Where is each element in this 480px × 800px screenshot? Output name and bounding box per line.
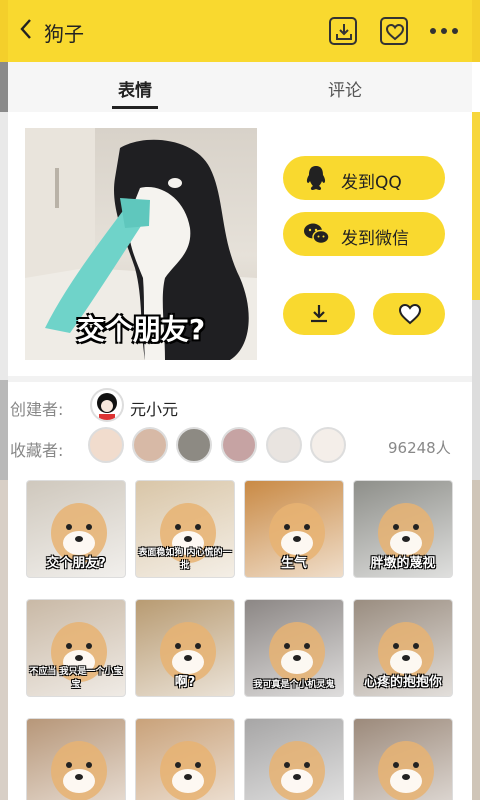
sticker-thumbnail[interactable]: 表面稳如狗 内心慌的一批 bbox=[135, 480, 235, 578]
sticker-thumbnail[interactable]: 心疼的抱抱你 bbox=[353, 599, 453, 697]
heart-icon bbox=[385, 23, 405, 41]
tab-bar: 表情 评论 bbox=[8, 62, 472, 112]
tab-expressions[interactable]: 表情 bbox=[118, 76, 152, 101]
collector-avatar[interactable] bbox=[310, 427, 346, 463]
page-title: 狗子 bbox=[44, 22, 84, 46]
sticker-illustration bbox=[51, 741, 107, 800]
more-button[interactable] bbox=[428, 20, 460, 40]
collectors-count: 96248人 bbox=[388, 439, 451, 457]
app-screen: 狗子 表情 评论 交个朋友? 发到QQ 发到微信 创建者: 元小元 收藏者: 9… bbox=[8, 0, 472, 800]
sticker-thumbnail[interactable]: 啊? bbox=[135, 599, 235, 697]
sticker-illustration bbox=[160, 741, 216, 800]
collector-avatar[interactable] bbox=[221, 427, 257, 463]
sticker-thumbnail-caption: 心疼的抱抱你 bbox=[363, 675, 442, 690]
collectors-label: 收藏者: bbox=[10, 441, 64, 460]
save-sticker-button[interactable] bbox=[283, 293, 355, 335]
download-icon bbox=[336, 24, 352, 40]
sticker-thumbnail[interactable]: 交个朋友? bbox=[26, 480, 126, 578]
sticker-thumbnail-caption: 不应当 我只是一个小宝宝 bbox=[29, 667, 123, 690]
qq-penguin-icon bbox=[306, 166, 326, 190]
sticker-thumbnail-caption: 胖墩的蔑视 bbox=[370, 556, 436, 571]
like-sticker-button[interactable] bbox=[373, 293, 445, 335]
collector-avatar[interactable] bbox=[132, 427, 168, 463]
section-divider bbox=[8, 376, 472, 382]
favorite-button[interactable] bbox=[380, 17, 408, 45]
back-button[interactable] bbox=[18, 17, 44, 45]
sticker-thumbnail-caption: 表面稳如狗 内心慌的一批 bbox=[138, 548, 232, 571]
sticker-thumbnail[interactable] bbox=[135, 718, 235, 800]
sticker-illustration bbox=[378, 741, 434, 800]
sticker-thumbnail[interactable]: 我可真是个小机灵鬼 bbox=[244, 599, 344, 697]
collector-avatar[interactable] bbox=[88, 427, 124, 463]
creator-avatar[interactable] bbox=[90, 388, 124, 422]
sticker-thumbnail-caption: 我可真是个小机灵鬼 bbox=[253, 680, 335, 690]
sticker-thumbnail[interactable]: 不应当 我只是一个小宝宝 bbox=[26, 599, 126, 697]
send-to-wechat-button[interactable]: 发到微信 bbox=[283, 212, 445, 256]
creator-label: 创建者: bbox=[10, 400, 64, 419]
tab-comments[interactable]: 评论 bbox=[328, 76, 362, 101]
sticker-thumbnail[interactable]: 生气 bbox=[244, 480, 344, 578]
background-edge-left bbox=[0, 0, 8, 800]
chevron-left-icon bbox=[20, 19, 31, 39]
top-bar: 狗子 bbox=[8, 0, 472, 62]
collector-avatar[interactable] bbox=[266, 427, 302, 463]
sticker-caption: 交个朋友? bbox=[76, 313, 206, 346]
sticker-thumbnail[interactable] bbox=[26, 718, 126, 800]
sticker-thumbnail-caption: 交个朋友? bbox=[46, 556, 106, 571]
sticker-thumbnail[interactable]: 胖墩的蔑视 bbox=[353, 480, 453, 578]
sticker-thumbnail[interactable] bbox=[244, 718, 344, 800]
send-to-qq-label: 发到QQ bbox=[341, 173, 402, 193]
sticker-thumbnail-caption: 生气 bbox=[280, 556, 307, 571]
active-tab-indicator bbox=[112, 106, 158, 109]
wechat-icon bbox=[304, 223, 330, 245]
heart-icon bbox=[398, 303, 422, 325]
download-icon bbox=[311, 305, 327, 323]
sticker-thumbnail[interactable] bbox=[353, 718, 453, 800]
background-edge-right bbox=[472, 0, 480, 800]
avatar-illustration bbox=[97, 393, 117, 420]
download-button[interactable] bbox=[329, 17, 357, 45]
main-sticker-image[interactable]: 交个朋友? bbox=[25, 128, 257, 360]
sticker-thumbnail-caption: 啊? bbox=[174, 675, 196, 690]
creator-name[interactable]: 元小元 bbox=[130, 396, 178, 420]
send-to-wechat-label: 发到微信 bbox=[341, 229, 409, 249]
collector-avatar[interactable] bbox=[176, 427, 212, 463]
sticker-illustration bbox=[269, 741, 325, 800]
send-to-qq-button[interactable]: 发到QQ bbox=[283, 156, 445, 200]
